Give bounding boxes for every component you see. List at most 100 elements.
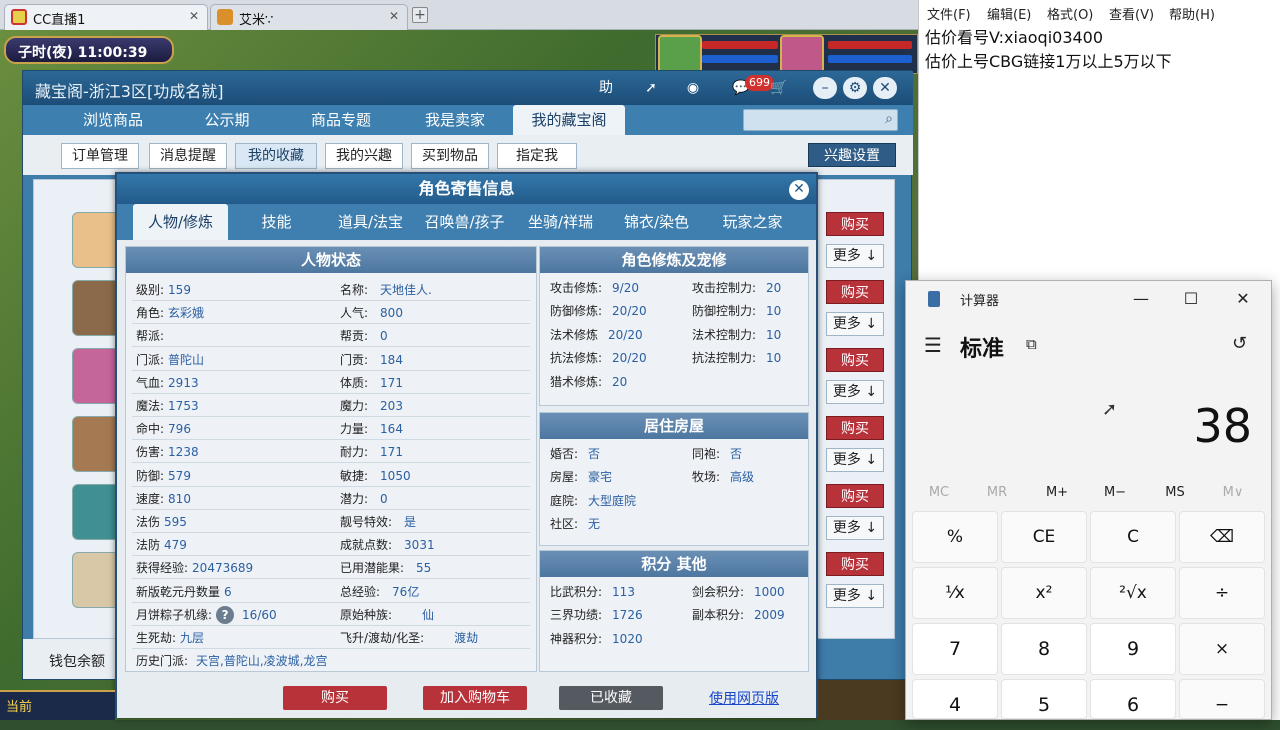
minimize-icon[interactable]: – xyxy=(813,77,837,99)
buy-button[interactable]: 购买 xyxy=(826,348,884,372)
tab-browse[interactable]: 浏览商品 xyxy=(57,105,169,135)
more-button[interactable]: 更多 ↓ xyxy=(826,244,884,268)
tab-topics[interactable]: 商品专题 xyxy=(285,105,397,135)
clear-entry-key[interactable]: CE xyxy=(1001,511,1087,563)
multiply-key[interactable]: × xyxy=(1179,623,1265,675)
status-field: 原始种族: 仙 xyxy=(340,606,434,623)
hamburger-menu-icon[interactable]: ☰ xyxy=(924,333,942,357)
buy-button[interactable]: 购买 xyxy=(826,552,884,576)
menu-help[interactable]: 帮助(H) xyxy=(1169,4,1215,23)
tab-purchased[interactable]: 买到物品 xyxy=(411,143,489,169)
use-web-version-link[interactable]: 使用网页版 xyxy=(709,688,779,708)
key-8[interactable]: 8 xyxy=(1001,623,1087,675)
search-icon[interactable]: ⌕ xyxy=(885,111,893,127)
browser-tab-cc-live[interactable]: CC直播1 ✕ xyxy=(4,4,208,30)
square-key[interactable]: x² xyxy=(1001,567,1087,619)
menu-view[interactable]: 查看(V) xyxy=(1109,4,1154,23)
close-tab-icon[interactable]: ✕ xyxy=(189,9,199,23)
cart-icon[interactable]: 🛒 xyxy=(767,77,791,99)
menu-edit[interactable]: 编辑(E) xyxy=(987,4,1031,23)
field-value: 豪宅 xyxy=(588,470,613,485)
tab-skills[interactable]: 技能 xyxy=(229,206,324,238)
buy-button[interactable]: 购买 xyxy=(826,416,884,440)
memory-list-button[interactable]: M∨ xyxy=(1204,485,1262,500)
maximize-icon[interactable]: ☐ xyxy=(1176,287,1206,311)
tab-mounts[interactable]: 坐骑/祥瑞 xyxy=(513,206,608,238)
percent-key[interactable]: % xyxy=(912,511,998,563)
notepad-text[interactable]: 估价看号V:xiaoqi03400 估价上号CBG链接1万以上5万以下 xyxy=(925,26,1172,74)
more-button[interactable]: 更多 ↓ xyxy=(826,584,884,608)
tab-my-cbg[interactable]: 我的藏宝阁 xyxy=(513,105,625,135)
tab-seller[interactable]: 我是卖家 xyxy=(399,105,511,135)
tab-designated[interactable]: 指定我 xyxy=(497,143,577,169)
history-icon[interactable]: ↺ xyxy=(1232,333,1247,354)
clear-key[interactable]: C xyxy=(1090,511,1176,563)
menu-file[interactable]: 文件(F) xyxy=(927,4,971,23)
tab-pets[interactable]: 召唤兽/孩子 xyxy=(417,206,512,238)
character-portrait[interactable] xyxy=(72,416,120,472)
character-portrait[interactable] xyxy=(72,212,120,268)
player-avatar[interactable] xyxy=(780,35,824,75)
tab-home[interactable]: 玩家之家 xyxy=(705,206,800,238)
buy-button[interactable]: 购买 xyxy=(826,212,884,236)
browser-tab-aimi[interactable]: 艾米∵ ✕ xyxy=(210,4,408,30)
key-7[interactable]: 7 xyxy=(912,623,998,675)
memory-store-button[interactable]: MS xyxy=(1146,485,1204,500)
tab-messages[interactable]: 消息提醒 xyxy=(149,143,227,169)
key-6[interactable]: 6 xyxy=(1090,679,1176,719)
character-portrait[interactable] xyxy=(72,348,120,404)
more-button[interactable]: 更多 ↓ xyxy=(826,448,884,472)
keep-on-top-icon[interactable]: ⧉ xyxy=(1026,335,1037,353)
add-to-cart-button[interactable]: 加入购物车 xyxy=(423,686,527,710)
search-input[interactable]: ⌕ xyxy=(743,109,898,131)
settings-icon[interactable]: ⚙ xyxy=(843,77,867,99)
more-button[interactable]: 更多 ↓ xyxy=(826,312,884,336)
square-root-key[interactable]: ²√x xyxy=(1090,567,1176,619)
buy-button[interactable]: 购买 xyxy=(826,280,884,304)
memory-recall-button[interactable]: MR xyxy=(968,485,1026,500)
character-portrait[interactable] xyxy=(72,280,120,336)
status-field: 新版乾元丹数量 6 xyxy=(136,583,232,600)
tab-orders[interactable]: 订单管理 xyxy=(61,143,139,169)
calculator-mode: 标准 xyxy=(960,337,1005,362)
field-value: 1753 xyxy=(168,399,199,413)
tab-outfits[interactable]: 锦衣/染色 xyxy=(609,206,704,238)
memory-subtract-button[interactable]: M− xyxy=(1086,485,1144,500)
interest-settings-button[interactable]: 兴趣设置 xyxy=(808,143,896,167)
minimize-icon[interactable]: — xyxy=(1126,287,1156,311)
record-icon[interactable]: ◉ xyxy=(681,77,705,99)
pet-avatar[interactable] xyxy=(658,35,702,75)
tab-public[interactable]: 公示期 xyxy=(171,105,283,135)
backspace-key[interactable]: ⌫ xyxy=(1179,511,1265,563)
close-window-icon[interactable]: ✕ xyxy=(873,77,897,99)
weapon-icon[interactable] xyxy=(72,552,120,608)
tab-character[interactable]: 人物/修炼 xyxy=(133,204,228,240)
more-button[interactable]: 更多 ↓ xyxy=(826,380,884,404)
more-button[interactable]: 更多 ↓ xyxy=(826,516,884,540)
item-icon[interactable] xyxy=(72,484,120,540)
tab-interests[interactable]: 我的兴趣 xyxy=(325,143,403,169)
key-5[interactable]: 5 xyxy=(1001,679,1087,719)
collected-button[interactable]: 已收藏 xyxy=(559,686,663,710)
field-label: 帮派: xyxy=(136,329,165,344)
close-icon[interactable]: ✕ xyxy=(1228,287,1258,311)
key-4[interactable]: 4 xyxy=(912,679,998,719)
memory-add-button[interactable]: M+ xyxy=(1028,485,1086,500)
menu-format[interactable]: 格式(O) xyxy=(1047,4,1093,23)
close-dialog-icon[interactable]: ✕ xyxy=(789,180,809,200)
reciprocal-key[interactable]: ¹⁄x xyxy=(912,567,998,619)
channel-label[interactable]: 当前 xyxy=(6,696,32,715)
buy-button[interactable]: 购买 xyxy=(283,686,387,710)
buy-button[interactable]: 购买 xyxy=(826,484,884,508)
share-icon[interactable]: ➚ xyxy=(639,77,663,99)
help-icon[interactable]: ? xyxy=(216,605,235,624)
minus-key[interactable]: − xyxy=(1179,679,1265,719)
tab-favorites[interactable]: 我的收藏 xyxy=(235,143,317,169)
divide-key[interactable]: ÷ xyxy=(1179,567,1265,619)
new-tab-button[interactable]: + xyxy=(412,7,428,23)
memory-clear-button[interactable]: MC xyxy=(910,485,968,500)
key-9[interactable]: 9 xyxy=(1090,623,1176,675)
tab-items[interactable]: 道具/法宝 xyxy=(323,206,418,238)
help-button[interactable]: 助 xyxy=(593,77,619,99)
close-tab-icon[interactable]: ✕ xyxy=(389,9,399,23)
